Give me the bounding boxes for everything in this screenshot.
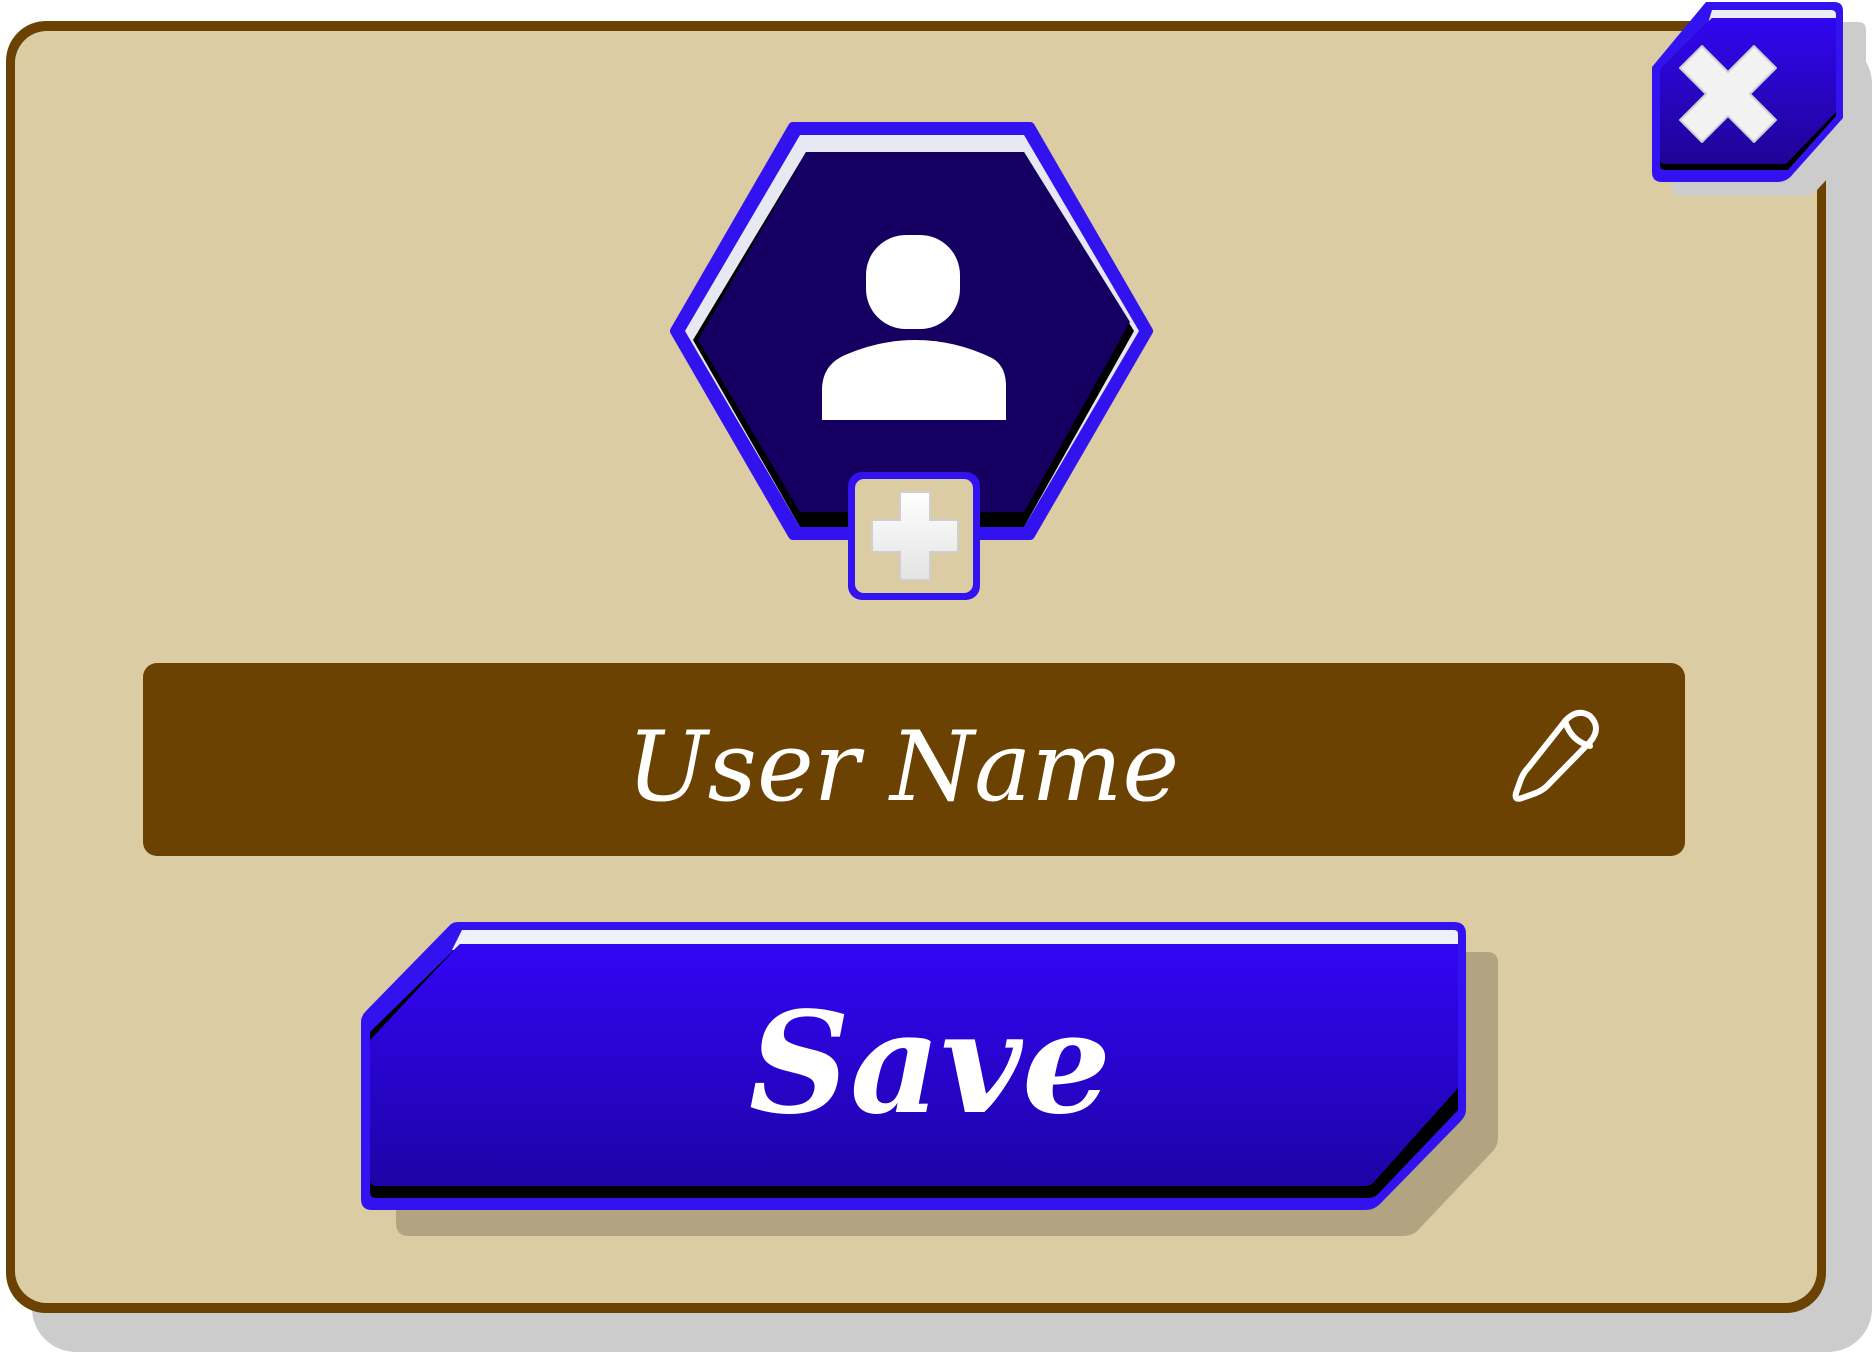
save-button[interactable]: Save	[361, 922, 1498, 1236]
user-name-field[interactable]: User Name	[143, 663, 1685, 856]
close-button[interactable]	[1652, 2, 1866, 196]
add-avatar-button[interactable]	[848, 472, 980, 600]
save-label: Save	[749, 982, 1111, 1146]
profile-dialog: User Name Save	[6, 2, 1872, 1352]
user-name-value: User Name	[627, 711, 1179, 823]
